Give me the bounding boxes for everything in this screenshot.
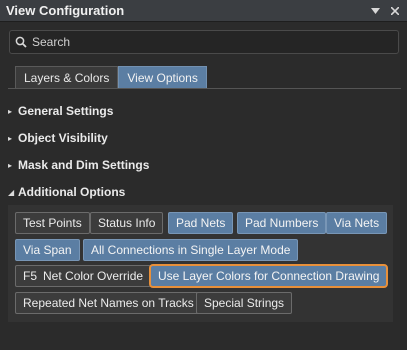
expand-arrow-icon: ▸ — [8, 106, 13, 116]
section-object-visibility[interactable]: ▸ Object Visibility — [8, 129, 108, 147]
search-icon — [10, 36, 32, 48]
status-info-button[interactable]: Status Info — [90, 212, 164, 234]
collapse-arrow-icon: ◢ — [8, 187, 15, 197]
special-strings-button[interactable]: Special Strings — [196, 292, 293, 314]
net-color-override-button[interactable]: F5 Net Color Override — [15, 265, 152, 287]
pad-numbers-button[interactable]: Pad Numbers — [237, 212, 327, 234]
panel-titlebar: View Configuration — [0, 0, 407, 22]
use-layer-colors-button[interactable]: Use Layer Colors for Connection Drawing — [149, 264, 389, 288]
close-icon[interactable] — [387, 3, 403, 19]
section-label: General Settings — [18, 104, 114, 118]
via-nets-button[interactable]: Via Nets — [326, 212, 388, 234]
search-input[interactable] — [32, 35, 392, 49]
chevron-down-icon[interactable] — [367, 3, 383, 19]
expand-arrow-icon: ▸ — [8, 160, 13, 170]
tab-divider — [8, 88, 401, 89]
tab-layers-colors[interactable]: Layers & Colors — [15, 66, 119, 88]
button-label: Net Color Override — [43, 269, 144, 283]
panel-title: View Configuration — [6, 3, 125, 18]
additional-options-panel: Test Points Status Info Pad Nets Pad Num… — [8, 205, 393, 322]
shortcut-key-label: F5 — [23, 269, 38, 283]
pad-nets-button[interactable]: Pad Nets — [168, 212, 234, 234]
section-additional-options[interactable]: ◢ Additional Options — [8, 183, 125, 201]
section-label: Mask and Dim Settings — [18, 158, 150, 172]
expand-arrow-icon: ▸ — [8, 133, 13, 143]
all-connections-single-layer-button[interactable]: All Connections in Single Layer Mode — [83, 239, 299, 261]
search-box[interactable] — [9, 30, 399, 54]
section-general-settings[interactable]: ▸ General Settings — [8, 102, 113, 120]
section-label: Object Visibility — [18, 131, 108, 145]
repeated-net-names-button[interactable]: Repeated Net Names on Tracks — [15, 292, 202, 314]
tab-view-options[interactable]: View Options — [118, 66, 207, 88]
tab-bar: Layers & Colors View Options — [15, 66, 207, 88]
test-points-button[interactable]: Test Points — [15, 212, 90, 234]
section-label: Additional Options — [18, 185, 126, 199]
section-mask-dim-settings[interactable]: ▸ Mask and Dim Settings — [8, 156, 149, 174]
via-span-button[interactable]: Via Span — [15, 239, 80, 261]
